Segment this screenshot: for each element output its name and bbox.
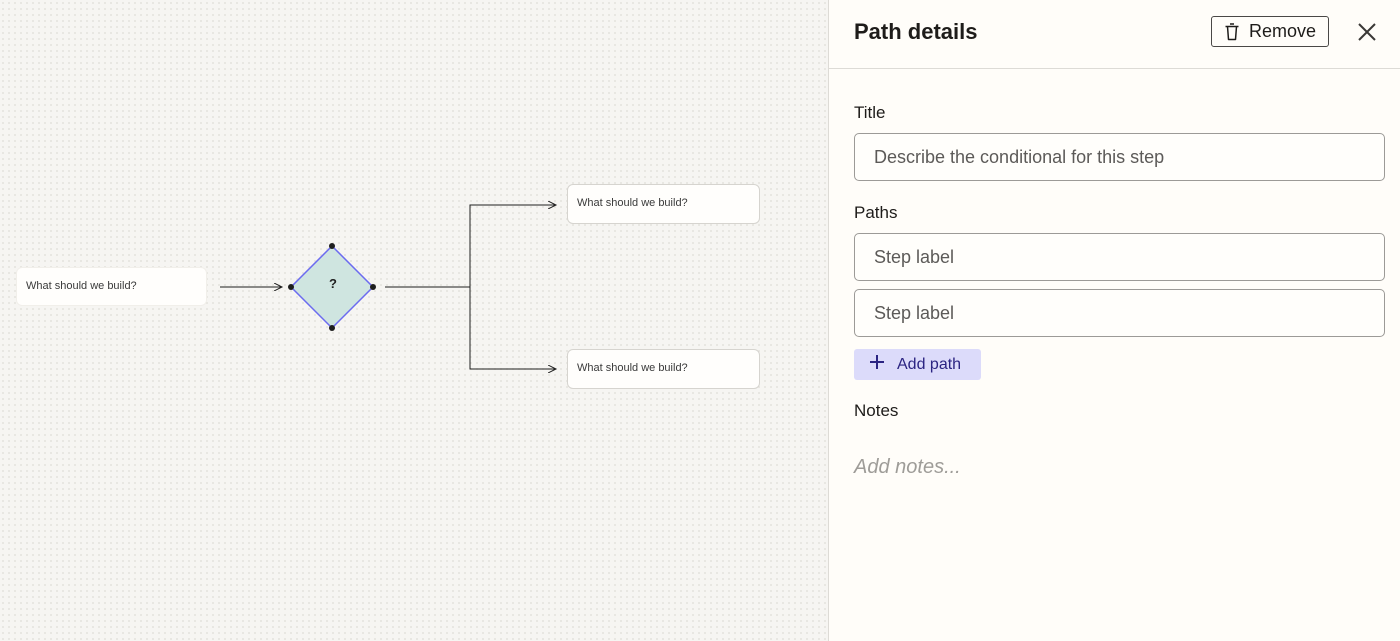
close-icon[interactable] <box>1356 21 1378 43</box>
diamond-handle-left[interactable] <box>288 284 294 290</box>
connector-decision-to-top[interactable] <box>385 205 556 288</box>
start-node-text: What should we build? <box>26 280 137 292</box>
path-label-input-1[interactable] <box>854 233 1385 281</box>
title-field-label: Title <box>854 103 886 122</box>
path-node-top[interactable]: What should we build? <box>567 184 760 224</box>
decision-label: ? <box>329 276 337 291</box>
path-node-bottom-text: What should we build? <box>577 362 688 374</box>
path-details-panel: Path details Remove Title Paths <box>828 0 1400 641</box>
connector-layer <box>220 0 828 641</box>
app-window: ? What should we build? What should we b… <box>0 0 1400 641</box>
notes-field-label: Notes <box>854 401 899 420</box>
notes-placeholder: Add notes... <box>854 456 961 478</box>
path-node-bottom[interactable]: What should we build? <box>567 349 760 389</box>
connector-decision-to-bottom[interactable] <box>469 287 556 369</box>
diamond-handle-top[interactable] <box>329 243 335 249</box>
trash-icon <box>1224 22 1240 41</box>
diamond-handle-right[interactable] <box>370 284 376 290</box>
diamond-handle-bottom[interactable] <box>329 325 335 331</box>
title-input[interactable] <box>854 133 1385 181</box>
path-node-top-text: What should we build? <box>577 197 688 209</box>
panel-title: Path details <box>854 19 978 44</box>
start-node[interactable]: What should we build? <box>16 267 207 306</box>
remove-button[interactable]: Remove <box>1211 16 1329 47</box>
add-path-label: Add path <box>897 355 962 373</box>
add-path-button[interactable]: Add path <box>854 349 981 380</box>
notes-input[interactable]: Add notes... <box>854 456 1374 496</box>
path-label-input-2[interactable] <box>854 289 1385 337</box>
remove-button-label: Remove <box>1248 21 1317 41</box>
panel-header: Path details Remove <box>829 0 1400 69</box>
plus-icon <box>869 354 885 375</box>
flow-canvas[interactable]: ? What should we build? What should we b… <box>0 0 828 641</box>
paths-field-label: Paths <box>854 203 898 222</box>
